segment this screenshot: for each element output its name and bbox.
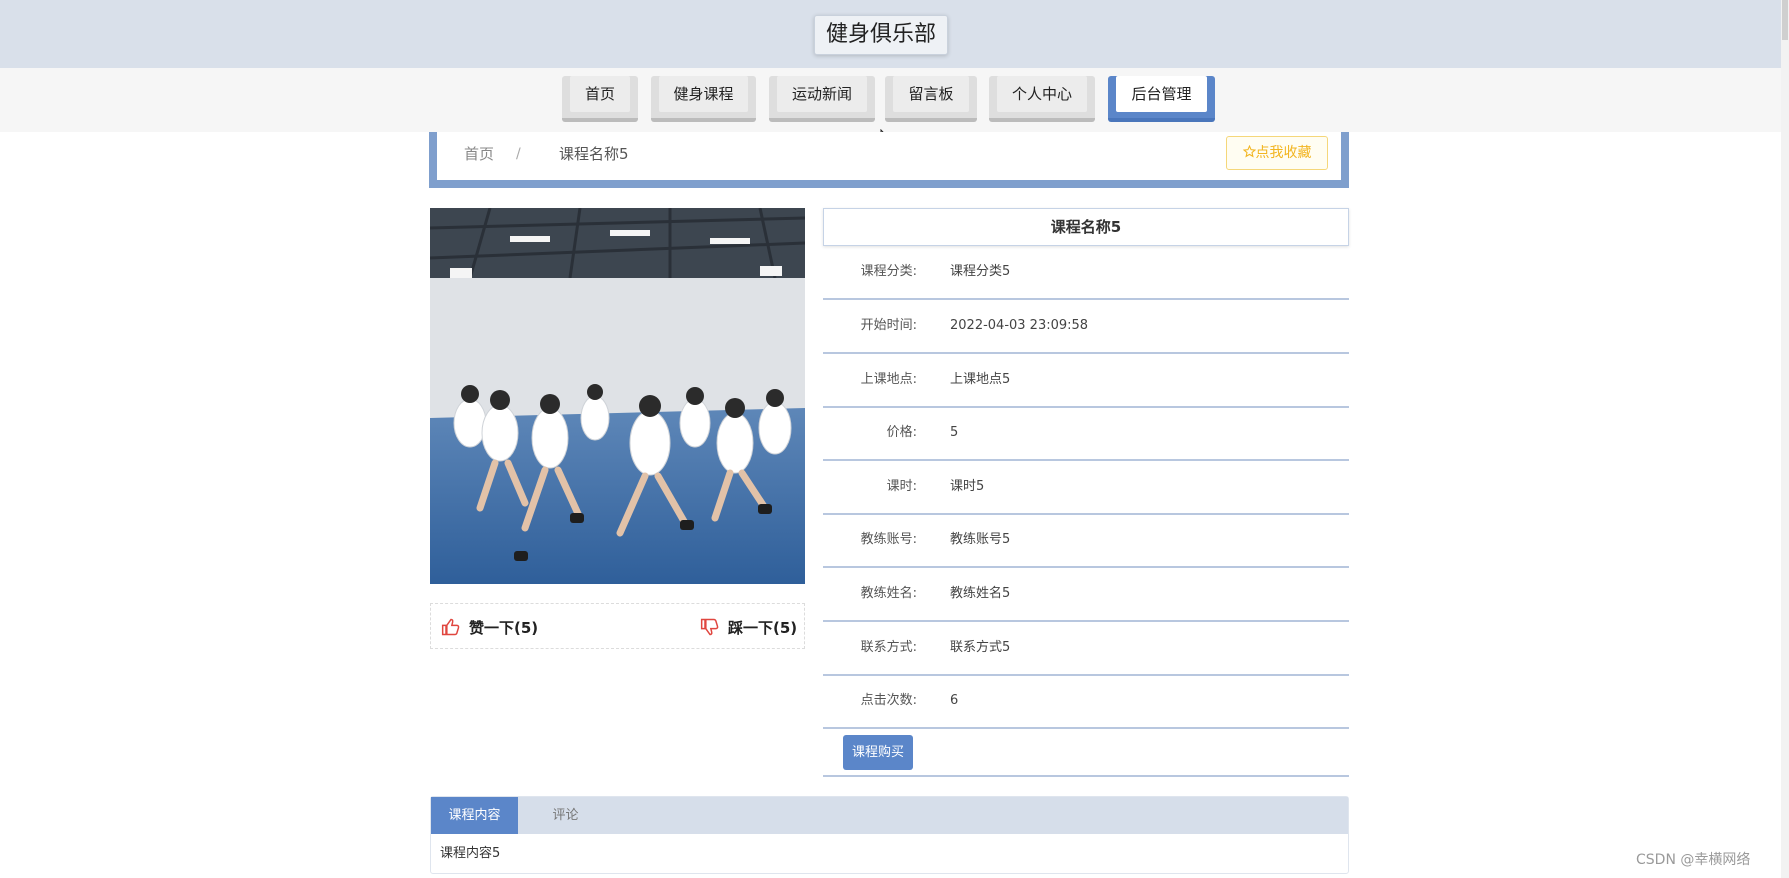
info-key: 课程分类:	[860, 264, 917, 279]
like-button[interactable]: 赞一下(5)	[441, 614, 538, 640]
info-key: 点击次数:	[860, 693, 917, 708]
nav-item-label: 健身课程	[659, 76, 748, 112]
nav-item-news[interactable]: 运动新闻	[769, 76, 875, 122]
info-key: 教练姓名:	[860, 586, 917, 601]
nav-item-label: 后台管理	[1116, 76, 1207, 112]
breadcrumb-separator: /	[516, 146, 521, 162]
course-image	[430, 208, 805, 584]
info-key: 教练账号:	[860, 532, 917, 547]
watermark: CSDN @幸横网络	[1636, 852, 1751, 868]
info-key: 开始时间:	[860, 318, 917, 333]
info-value: 课程分类5	[950, 264, 1011, 279]
info-row-category: 课程分类: 课程分类5	[823, 246, 1349, 300]
info-key: 价格:	[886, 425, 917, 440]
info-row-hours: 课时: 课时5	[823, 461, 1349, 515]
nav-item-courses[interactable]: 健身课程	[651, 76, 756, 122]
info-row-price: 价格: 5	[823, 407, 1349, 461]
nav-item-messages[interactable]: 留言板	[885, 76, 977, 122]
nav-item-label: 运动新闻	[777, 76, 867, 112]
thumbs-down-icon	[700, 618, 719, 636]
nav-item-label: 首页	[570, 76, 630, 112]
tab-comments[interactable]: 评论	[523, 797, 608, 834]
favorite-button[interactable]: 点我收藏	[1226, 136, 1328, 170]
info-row-start-time: 开始时间: 2022-04-03 23:09:58	[823, 300, 1349, 354]
like-label: 赞一下(5)	[469, 618, 539, 637]
info-value: 教练账号5	[950, 532, 1011, 547]
info-value: 5	[950, 425, 959, 440]
thumbs-up-icon	[441, 618, 460, 636]
course-title: 课程名称5	[823, 208, 1349, 246]
dislike-label: 踩一下(5)	[728, 618, 798, 637]
nav-item-home[interactable]: 首页	[562, 76, 638, 122]
dislike-button[interactable]: 踩一下(5)	[700, 614, 797, 640]
info-key: 联系方式:	[860, 640, 917, 655]
nav-item-profile[interactable]: 个人中心	[989, 76, 1095, 122]
info-row-coach-account: 教练账号: 教练账号5	[823, 514, 1349, 568]
info-value: 上课地点5	[950, 372, 1011, 387]
info-value: 6	[950, 693, 959, 708]
info-row-coach-name: 教练姓名: 教练姓名5	[823, 568, 1349, 622]
site-title: 健身俱乐部	[814, 15, 948, 55]
info-row-contact: 联系方式: 联系方式5	[823, 622, 1349, 676]
favorite-label: 点我收藏	[1255, 145, 1312, 161]
tab-content-text: 课程内容5	[440, 846, 501, 861]
star-outline-icon	[1242, 144, 1256, 158]
breadcrumb-current: 课程名称5	[559, 145, 629, 163]
info-key: 课时:	[886, 479, 917, 494]
nav-item-admin[interactable]: 后台管理	[1108, 76, 1215, 122]
breadcrumb-home-link[interactable]: 首页	[464, 143, 494, 165]
info-row-clicks: 点击次数: 6	[823, 675, 1349, 729]
nav-item-label: 个人中心	[997, 76, 1087, 112]
info-value: 教练姓名5	[950, 586, 1011, 601]
info-key: 上课地点:	[860, 372, 917, 387]
scrollbar-thumb[interactable]	[1782, 0, 1788, 40]
info-row-location: 上课地点: 上课地点5	[823, 354, 1349, 408]
info-value: 课时5	[950, 479, 985, 494]
page-scrollbar[interactable]	[1781, 0, 1789, 878]
nav-item-label: 留言板	[893, 76, 969, 112]
info-value: 2022-04-03 23:09:58	[950, 318, 1089, 333]
buy-course-button[interactable]: 课程购买	[843, 735, 913, 770]
tab-course-content[interactable]: 课程内容	[431, 797, 518, 834]
info-value: 联系方式5	[950, 640, 1011, 655]
